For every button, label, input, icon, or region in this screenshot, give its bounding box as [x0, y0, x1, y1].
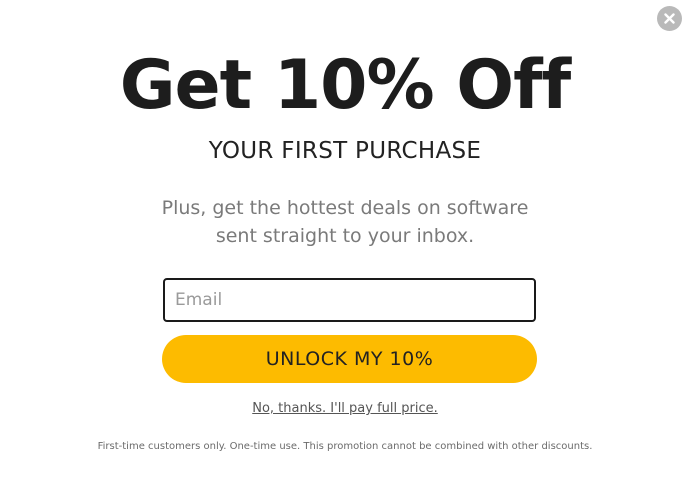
headline: Get 10% Off	[119, 46, 572, 125]
promo-description-line-1: Plus, get the hottest deals on software	[161, 197, 529, 219]
promo-description-line-2: sent straight to your inbox.	[215, 225, 475, 247]
close-button[interactable]	[657, 6, 682, 31]
promo-description: Plus, get the hottest deals on software …	[145, 194, 545, 250]
unlock-discount-button[interactable]: UNLOCK MY 10%	[162, 335, 537, 383]
disclaimer-text: First-time customers only. One-time use.…	[97, 441, 593, 452]
decline-link[interactable]: No, thanks. I'll pay full price.	[252, 401, 438, 416]
discount-popup: Get 10% Off YOUR FIRST PURCHASE Plus, ge…	[0, 0, 690, 481]
decline-link-wrapper: No, thanks. I'll pay full price.	[0, 401, 690, 416]
close-x-icon	[664, 13, 675, 24]
subheadline: YOUR FIRST PURCHASE	[208, 138, 482, 164]
email-input[interactable]	[163, 278, 536, 322]
